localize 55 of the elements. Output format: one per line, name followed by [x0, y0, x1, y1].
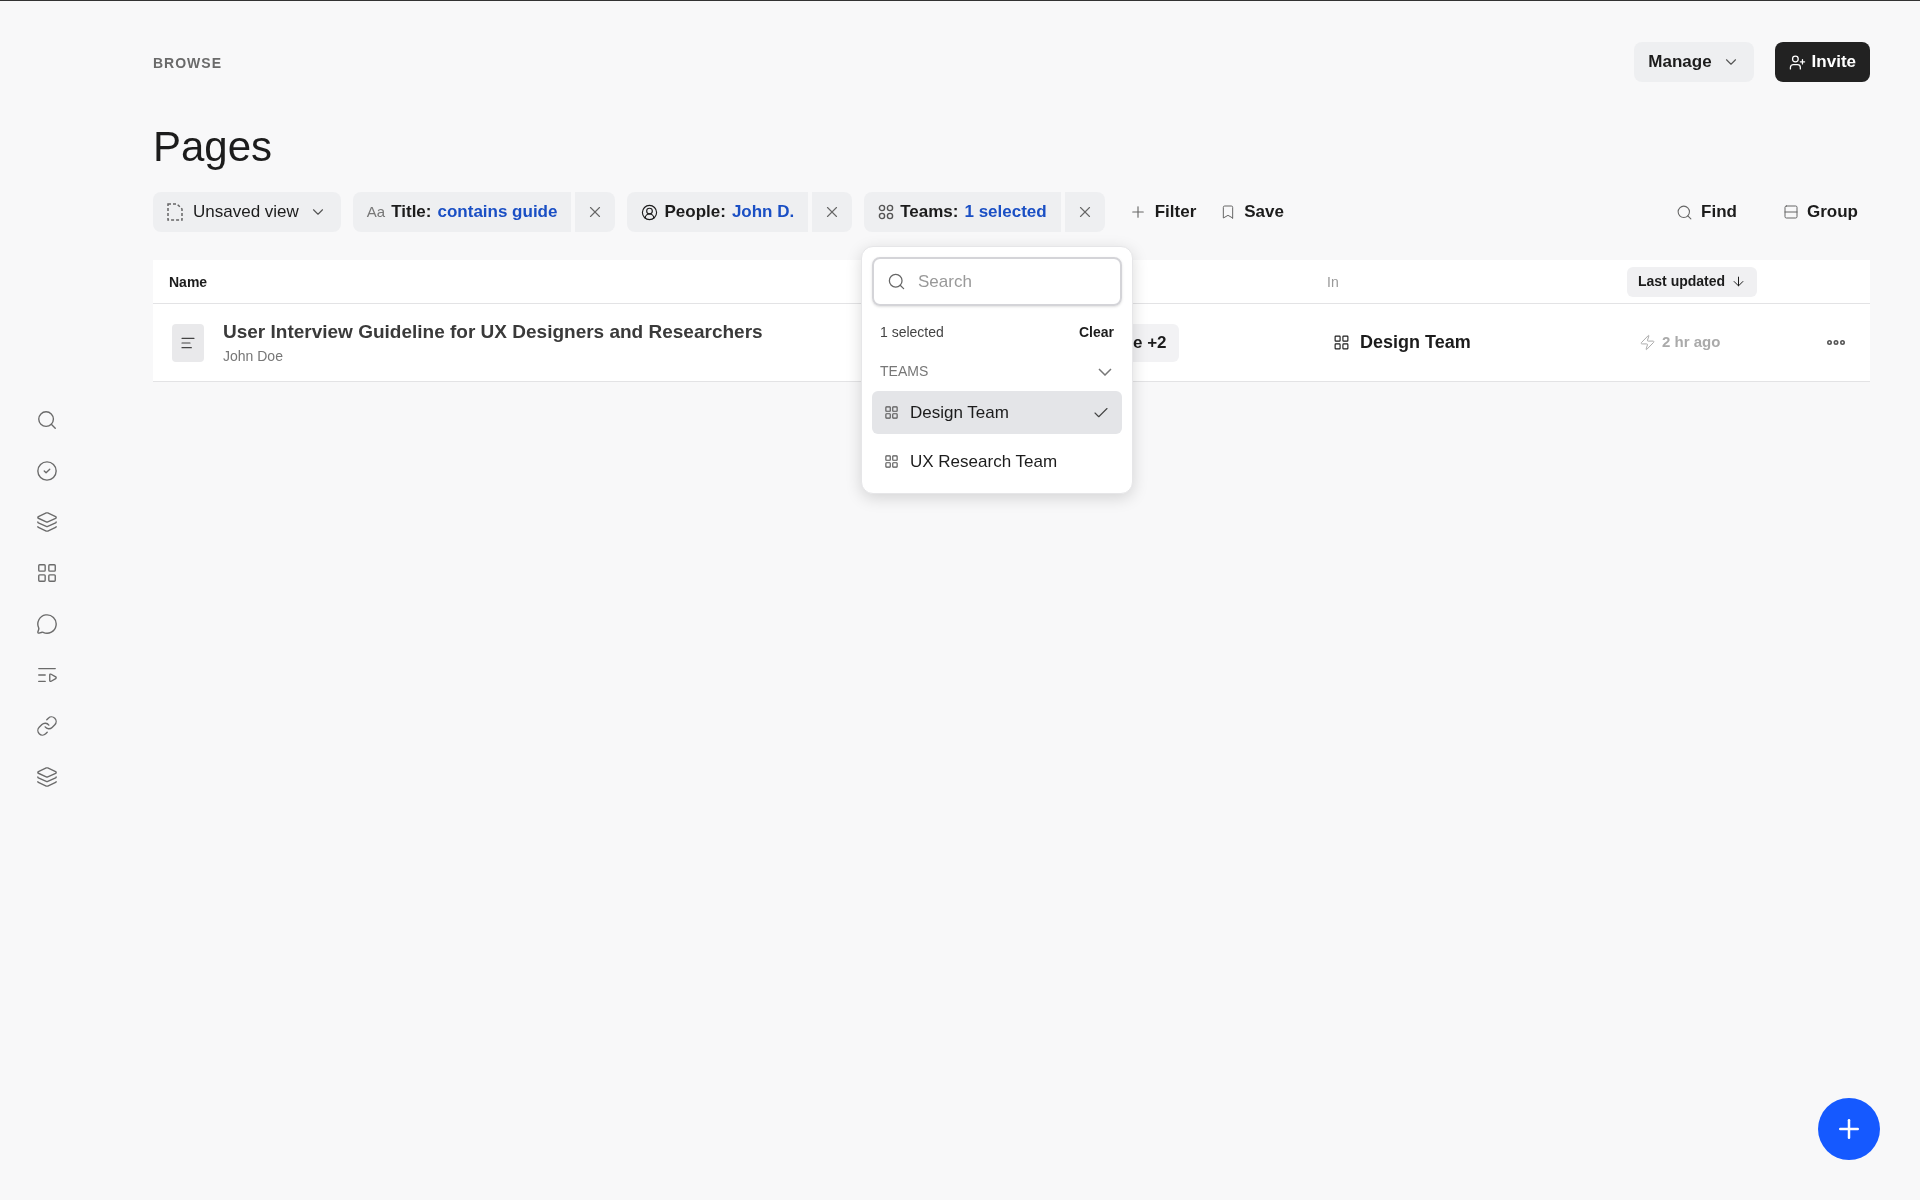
- team-icon: [1333, 334, 1350, 351]
- more-options-button[interactable]: [1827, 340, 1845, 345]
- column-header: In: [1327, 273, 1339, 290]
- author-name: John Doe: [223, 347, 284, 367]
- rows-icon: [1783, 204, 1799, 220]
- layers-icon: [36, 511, 58, 533]
- person-icon: [641, 203, 659, 221]
- section-toggle[interactable]: TEAMS: [872, 361, 1122, 382]
- team-option[interactable]: Design Team: [872, 391, 1122, 434]
- updated-time: 2 hr ago: [1662, 332, 1721, 353]
- lightning-icon: [1639, 334, 1656, 351]
- filter-value: contains guide: [437, 201, 558, 224]
- search-icon: [887, 272, 906, 291]
- grid-icon: [884, 454, 899, 469]
- group-button[interactable]: Group: [1771, 192, 1870, 232]
- document-icon: [172, 323, 204, 362]
- filter-chip[interactable]: Aa Title: contains guide: [352, 192, 572, 232]
- check-circle-icon: [36, 460, 58, 482]
- filter-value: 1 selected: [964, 201, 1047, 224]
- chat-icon: [36, 613, 58, 635]
- ellipsis-icon: [1827, 340, 1845, 345]
- team-option[interactable]: UX Research Team: [872, 440, 1122, 483]
- grid-icon: [884, 405, 899, 420]
- layers-icon: [36, 766, 58, 788]
- search-field[interactable]: Search: [872, 257, 1122, 306]
- view-selector[interactable]: Unsaved view: [153, 192, 341, 232]
- search-icon: [36, 409, 58, 431]
- team-icon: [878, 204, 895, 220]
- filter-label: Teams:: [900, 201, 959, 224]
- column-header: Name: [169, 273, 208, 290]
- filter-value: John D.: [731, 201, 795, 224]
- filter-chip[interactable]: People: John D.: [627, 192, 809, 232]
- invite-button[interactable]: Invite: [1774, 42, 1870, 82]
- search-icon: [1676, 203, 1694, 221]
- filter-label: People:: [664, 201, 726, 224]
- arrow-down-icon: [1731, 274, 1747, 289]
- save-view-button[interactable]: Save: [1208, 192, 1296, 232]
- add-user-icon: [1788, 53, 1806, 71]
- filter-label: Title:: [391, 201, 432, 224]
- manage-button[interactable]: Manage: [1634, 42, 1754, 82]
- breadcrumb: BROWSE: [153, 54, 222, 73]
- grid-icon: [36, 562, 58, 584]
- dashed-page-icon: [167, 203, 183, 221]
- team-name: Design Team: [1360, 331, 1471, 354]
- sort-column-header[interactable]: Last updated: [1627, 266, 1758, 297]
- filter-chip[interactable]: Teams: 1 selected: [864, 192, 1061, 232]
- find-button[interactable]: Find: [1664, 192, 1749, 232]
- selection-count: 1 selected: [880, 323, 944, 342]
- clear-button[interactable]: Clear: [1078, 322, 1114, 343]
- text-type-icon: Aa: [366, 200, 386, 224]
- add-filter-button[interactable]: Filter: [1116, 192, 1209, 232]
- link-icon: [36, 715, 58, 737]
- page-name-link[interactable]: User Interview Guideline for UX Designers and Researchers: [223, 317, 763, 347]
- chevron-down-icon: [1098, 367, 1112, 376]
- page-title: Pages: [153, 126, 274, 168]
